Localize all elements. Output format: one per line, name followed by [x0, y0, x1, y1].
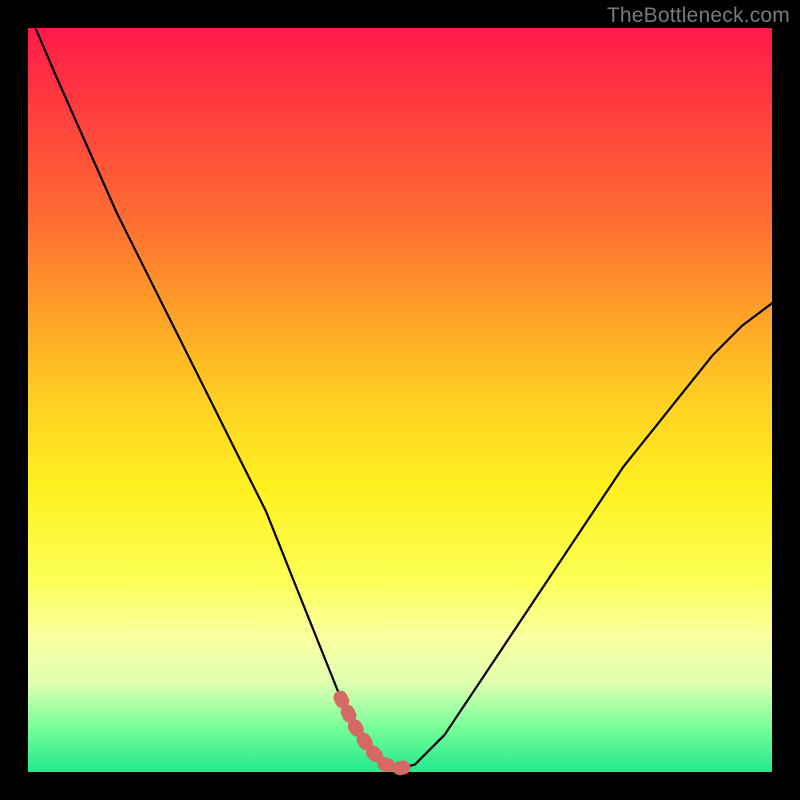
- bottleneck-curve: [35, 28, 772, 768]
- watermark-text: TheBottleneck.com: [607, 4, 790, 28]
- plot-area: [28, 28, 772, 772]
- chart-svg: [28, 28, 772, 772]
- valley-highlight: [341, 698, 415, 769]
- outer-frame: TheBottleneck.com: [0, 0, 800, 800]
